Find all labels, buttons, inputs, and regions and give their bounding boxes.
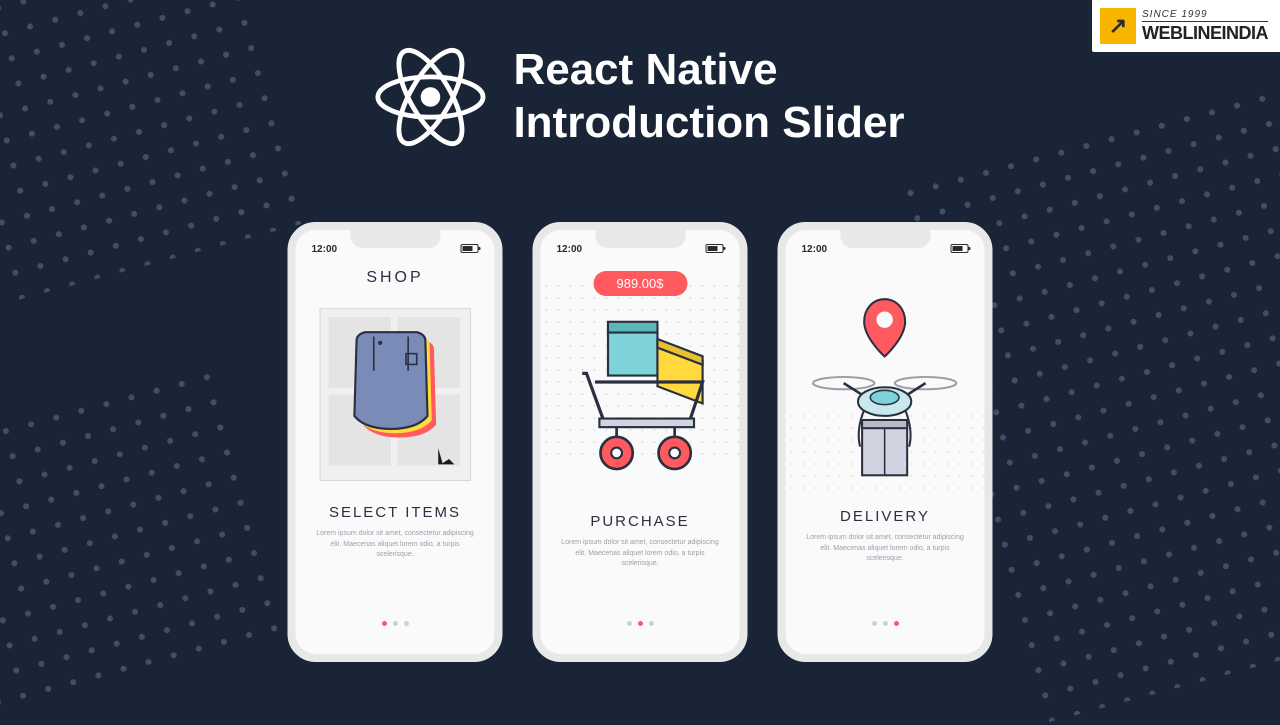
delivery-description: Lorem ipsum dolor sit amet, consectetur … [786, 525, 985, 565]
header: React Native Introduction Slider [375, 42, 904, 152]
dot-indicator [382, 621, 387, 626]
battery-icon [951, 244, 969, 253]
battery-icon [461, 244, 479, 253]
delivery-illustration [786, 291, 985, 506]
purchase-bottom-label: PURCHASE [541, 513, 740, 530]
phone-delivery: 12:00 [778, 222, 993, 662]
badge-since: SINCE 1999 [1142, 9, 1268, 22]
status-bar: 12:00 [541, 230, 740, 263]
dot-indicator [649, 621, 654, 626]
dot-indicator [393, 621, 398, 626]
shop-bottom-label: SELECT ITEMS [296, 504, 495, 521]
shop-top-label: SHOP [296, 269, 495, 287]
arrow-icon: ↗ [1100, 8, 1136, 44]
shop-dots [382, 621, 409, 626]
shop-illustration [296, 287, 495, 502]
dot-indicator [627, 621, 632, 626]
purchase-dots [627, 621, 654, 626]
decorative-dots-bottom-left [0, 361, 290, 719]
phone-purchase: 12:00 989.00$ [533, 222, 748, 662]
status-time: 12:00 [312, 244, 338, 255]
delivery-bottom-label: DELIVERY [786, 508, 985, 525]
dot-indicator [894, 621, 899, 626]
status-bar: 12:00 [786, 230, 985, 263]
status-time: 12:00 [802, 244, 828, 255]
status-bar: 12:00 [296, 230, 495, 263]
page-title: React Native Introduction Slider [513, 44, 904, 150]
price-badge: 989.00$ [593, 271, 687, 296]
dot-indicator [638, 621, 643, 626]
status-time: 12:00 [557, 244, 583, 255]
react-logo-icon [375, 42, 485, 152]
dot-indicator [883, 621, 888, 626]
phone-shop: 12:00 SHOP [288, 222, 503, 662]
battery-icon [706, 244, 724, 253]
decorative-dots-top-left [0, 0, 313, 309]
title-line-2: Introduction Slider [513, 97, 904, 150]
purchase-illustration [541, 296, 740, 511]
shop-description: Lorem ipsum dolor sit amet, consectetur … [296, 521, 495, 561]
purchase-description: Lorem ipsum dolor sit amet, consectetur … [541, 530, 740, 570]
dot-indicator [872, 621, 877, 626]
dot-indicator [404, 621, 409, 626]
phone-mockups: 12:00 SHOP [288, 222, 993, 662]
delivery-dots [872, 621, 899, 626]
title-line-1: React Native [513, 44, 904, 97]
badge-company: WEBLINEINDIA [1142, 23, 1268, 44]
company-badge: ↗ SINCE 1999 WEBLINEINDIA [1092, 0, 1280, 52]
